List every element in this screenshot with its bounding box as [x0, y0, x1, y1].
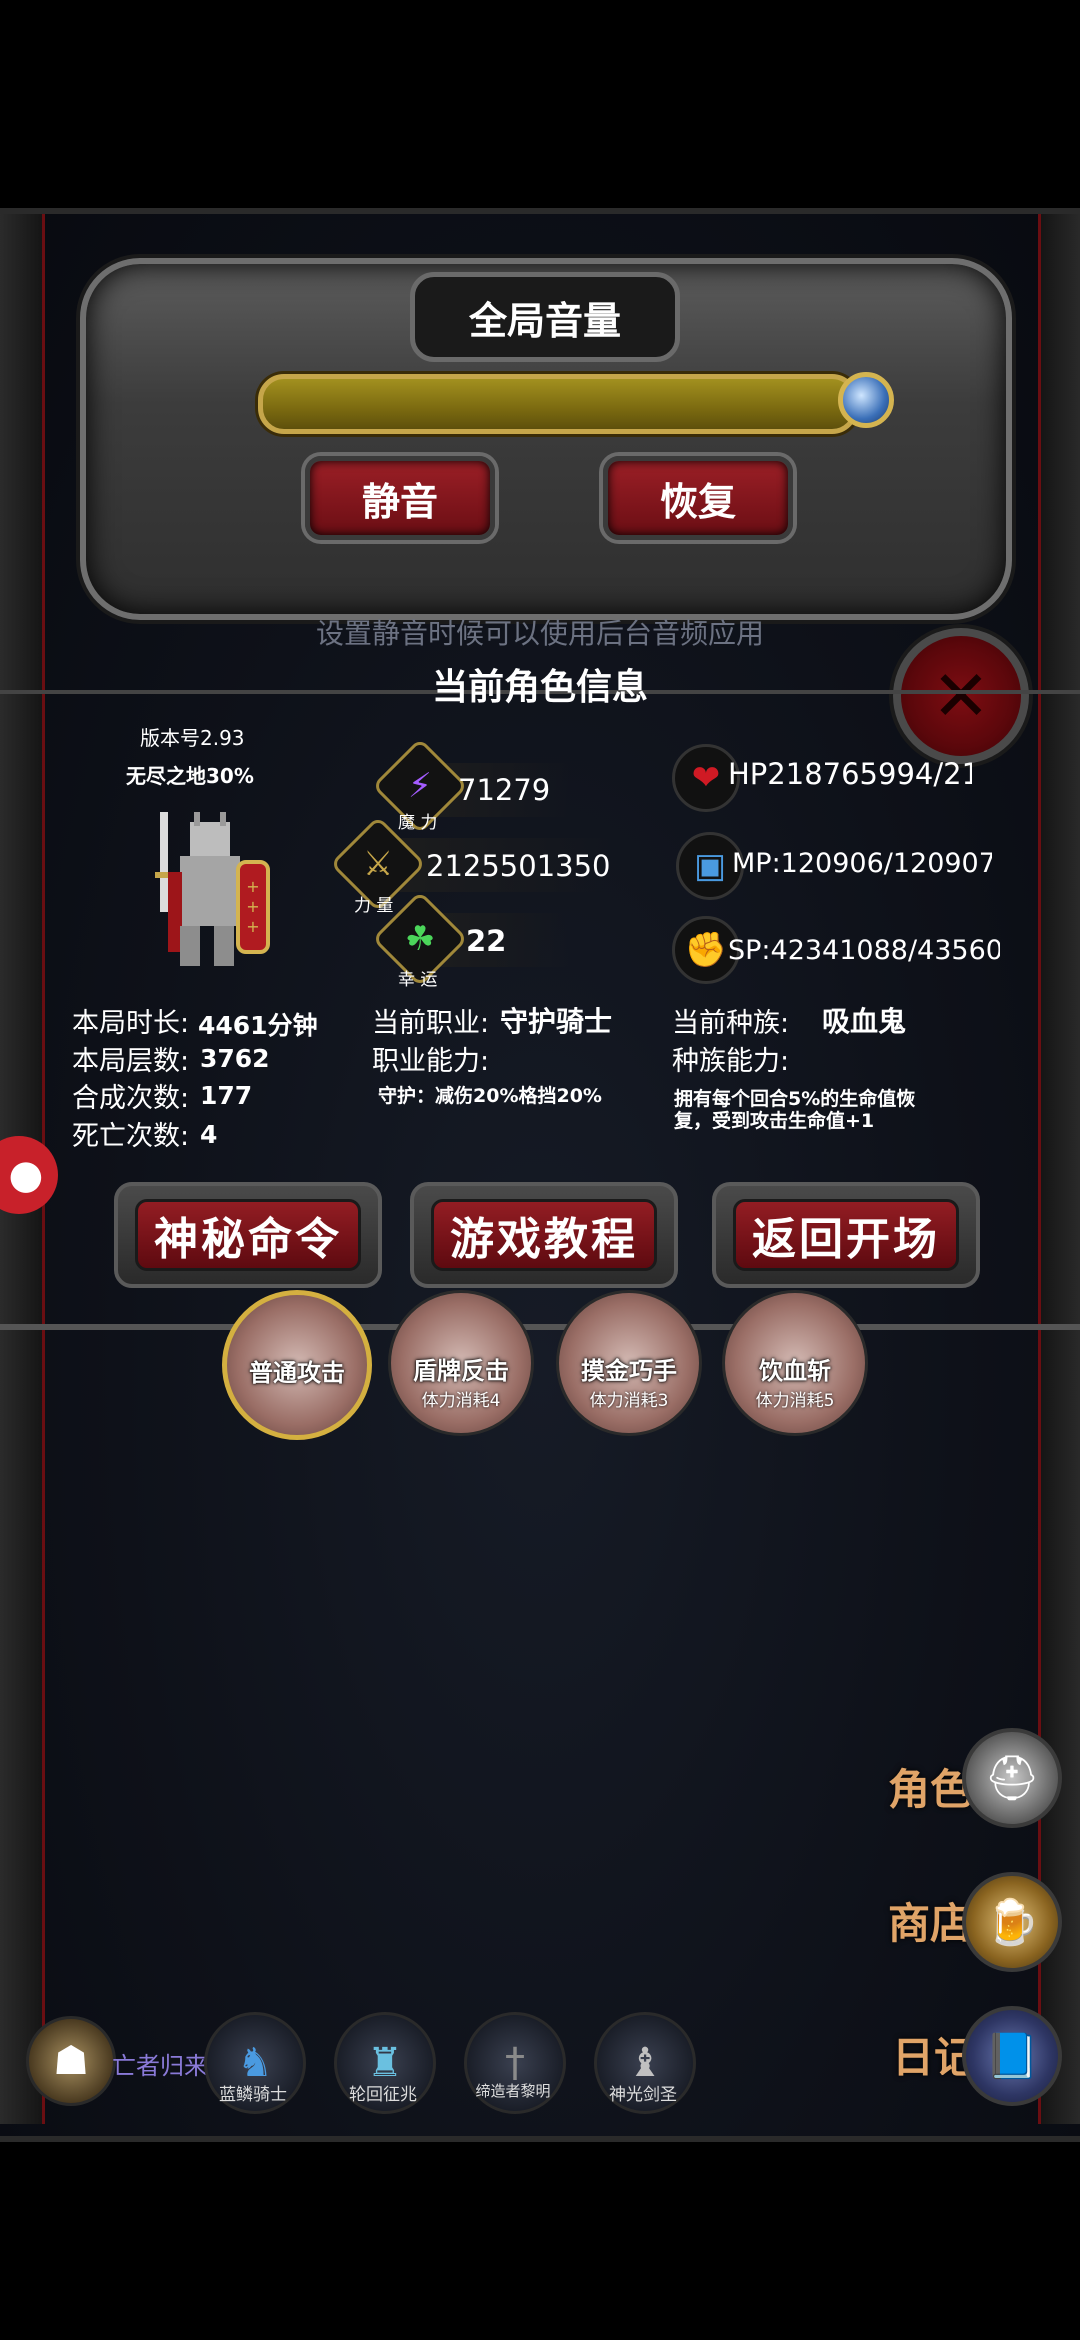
skill-cost: 体力消耗4 [421, 1391, 501, 1411]
mute-button[interactable]: 静音 [305, 456, 495, 540]
skill-blood-slash[interactable]: 饮血斩 体力消耗5 [722, 1290, 868, 1436]
back-to-start-label: 返回开场 [733, 1199, 959, 1271]
synth-label: 合成次数: [72, 1083, 190, 1114]
luck-label: 幸 运 [398, 970, 438, 990]
tutorial-label: 游戏教程 [431, 1199, 657, 1271]
character-sprite: + + + [150, 812, 280, 972]
skill-name: 盾牌反击 [413, 1357, 509, 1385]
strength-label: 力 量 [354, 896, 394, 916]
luck-value: 22 [466, 924, 507, 958]
skill-name: 普通攻击 [249, 1359, 345, 1387]
svg-text:+: + [246, 917, 259, 936]
svg-text:+: + [246, 897, 259, 916]
secret-command-button[interactable]: 神秘命令 [114, 1182, 382, 1288]
magic-label: 魔 力 [398, 813, 438, 833]
mode-label: 无尽之地30% [126, 764, 254, 788]
shop-menu-label: 商店 [888, 1890, 972, 1951]
skill-normal-attack[interactable]: 普通攻击 [222, 1290, 372, 1440]
race-ability-label: 种族能力: [672, 1046, 790, 1077]
class-label: 当前职业: [372, 1008, 490, 1039]
slot-label: 轮回征兆 [349, 2085, 417, 2105]
beer-mug-icon[interactable]: 🍺 [962, 1872, 1062, 1972]
slot-label: 蓝鳞骑士 [219, 2085, 287, 2105]
back-to-start-button[interactable]: 返回开场 [712, 1182, 980, 1288]
skill-name: 饮血斩 [759, 1357, 831, 1385]
floors-value: 3762 [200, 1044, 270, 1073]
mp-value: MP:120906/120907 [732, 848, 992, 879]
volume-slider-knob[interactable] [838, 372, 894, 428]
role-menu-label: 角色 [888, 1756, 972, 1817]
sword-icon: ⚔ [362, 843, 394, 884]
class-ability-value: 守护：减伤20%格挡20% [378, 1085, 602, 1107]
volume-slider[interactable] [258, 374, 858, 434]
skill-cost: 体力消耗5 [755, 1391, 835, 1411]
skill-cost: 体力消耗3 [589, 1391, 669, 1411]
magic-value: 71279 [458, 773, 551, 807]
floors-label: 本局层数: [72, 1046, 190, 1077]
lead-label: 亡者归来 [112, 2052, 208, 2080]
synth-value: 177 [200, 1081, 253, 1110]
sp-value: SP:42341088/435607 [728, 935, 1000, 966]
race-label: 当前种族: [672, 1008, 790, 1039]
character-info-title: 当前角色信息 [431, 667, 648, 708]
duration-label: 本局时长: [72, 1008, 190, 1039]
user-icon: ● [8, 1152, 44, 1198]
role-label: 角色 [888, 1765, 973, 1814]
race-ability-value-2: 复，受到攻击生命值+1 [674, 1110, 875, 1132]
hp-value: HP218765994/218 [728, 757, 972, 791]
class-ability-label: 职业能力: [372, 1046, 490, 1077]
version-label: 版本号2.93 [140, 726, 245, 750]
race-value: 吸血鬼 [822, 1005, 907, 1038]
restore-button[interactable]: 恢复 [603, 456, 793, 540]
shop-label: 商店 [888, 1899, 973, 1948]
duration-value: 4461分钟 [198, 1011, 318, 1040]
skill-shield-counter[interactable]: 盾牌反击 体力消耗4 [388, 1290, 534, 1436]
helmet-avatar-icon[interactable]: ☗ [26, 2016, 116, 2106]
clover-icon: ☘ [404, 918, 436, 959]
slot-label: 缔造者黎明 [475, 2082, 551, 2100]
book-icon[interactable]: 📘 [962, 2006, 1062, 2106]
deaths-label: 死亡次数: [72, 1121, 190, 1152]
skill-name: 摸金巧手 [581, 1357, 677, 1385]
svg-text:+: + [246, 877, 259, 896]
knight-helmet-icon[interactable]: ⛑ [962, 1728, 1062, 1828]
skill-gold-touch[interactable]: 摸金巧手 体力消耗3 [556, 1290, 702, 1436]
lightning-icon: ⚡ [408, 766, 432, 806]
class-value: 守护骑士 [500, 1005, 613, 1038]
slot-label: 神光剑圣 [609, 2085, 677, 2105]
volume-title: 全局音量 [410, 272, 680, 362]
deaths-value: 4 [200, 1120, 218, 1149]
tutorial-button[interactable]: 游戏教程 [410, 1182, 678, 1288]
strength-value: 2125501350 [426, 849, 611, 883]
secret-command-label: 神秘命令 [135, 1199, 361, 1271]
